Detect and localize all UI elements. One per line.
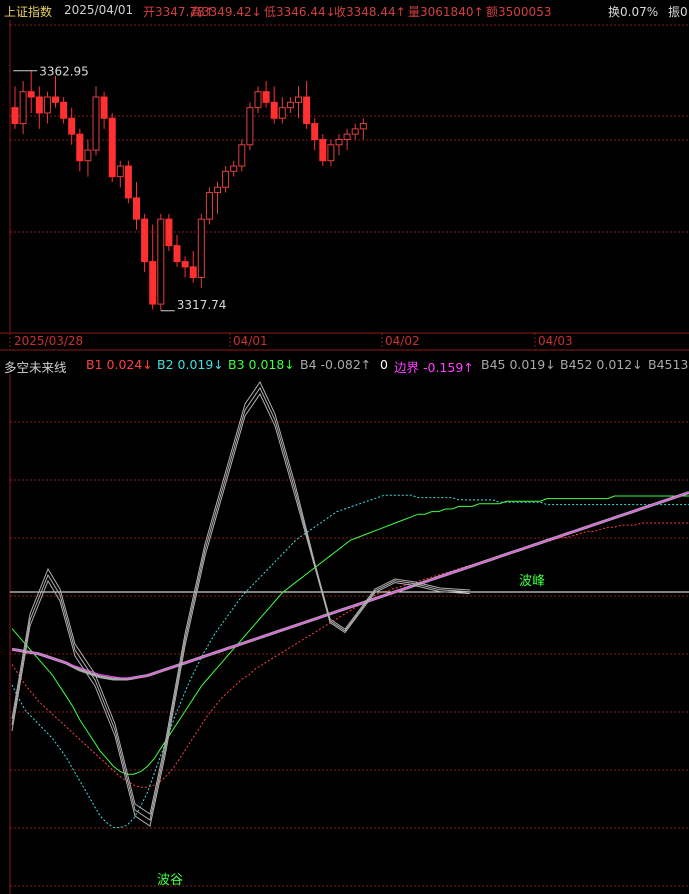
candle-body bbox=[92, 96, 100, 151]
candle-body bbox=[52, 96, 59, 103]
price-bg bbox=[0, 20, 689, 332]
candle-body bbox=[205, 192, 213, 220]
candle-body bbox=[181, 261, 189, 268]
candle-body bbox=[157, 218, 165, 305]
date-axis-frame bbox=[0, 332, 689, 351]
candle-body bbox=[343, 133, 351, 140]
close-label: 收3348.44↑ bbox=[334, 5, 406, 19]
indicator-bg bbox=[0, 374, 689, 894]
b452-legend: B452 0.012↓ bbox=[560, 357, 643, 372]
amount-label: 额3500053 bbox=[486, 5, 552, 19]
index-name: 上证指数 bbox=[4, 5, 53, 19]
candle-body bbox=[68, 117, 76, 135]
indicator-name[interactable]: 多空未来线 bbox=[4, 357, 67, 374]
candle-body bbox=[311, 123, 319, 140]
candle bbox=[246, 102, 254, 151]
b3-legend: B3 0.018↓ bbox=[228, 357, 295, 372]
candle bbox=[205, 187, 213, 225]
candle-body bbox=[286, 101, 294, 109]
candle-body bbox=[11, 107, 19, 125]
b2-legend: B2 0.019↓ bbox=[157, 357, 224, 372]
candle-body bbox=[359, 123, 367, 130]
candle-body bbox=[173, 245, 181, 263]
quote-date: 2025/04/01 bbox=[64, 3, 134, 17]
turnover-label: 换0.07% bbox=[608, 5, 659, 19]
candle-body bbox=[254, 91, 262, 109]
candle-body bbox=[108, 117, 116, 178]
candle-body bbox=[246, 107, 254, 146]
b4-legend: B4 -0.082↑ bbox=[300, 357, 372, 372]
b45-legend: B45 0.019↓ bbox=[481, 357, 556, 372]
candle-body bbox=[222, 170, 230, 188]
candle-body bbox=[327, 144, 335, 162]
candle-body bbox=[141, 218, 149, 263]
candle-body bbox=[238, 144, 246, 167]
volume-label: 量3061840↑ bbox=[408, 5, 484, 19]
candle-body bbox=[189, 266, 197, 279]
amplitude-label: 振0 bbox=[668, 5, 688, 19]
candle-body bbox=[27, 91, 35, 98]
candle bbox=[197, 213, 205, 289]
candle bbox=[92, 86, 100, 156]
candle-body bbox=[262, 91, 270, 103]
candle-body bbox=[303, 96, 311, 125]
quote-header: 上证指数 2025/04/01 开3347.78↑ 高3349.42↓ 低334… bbox=[0, 0, 689, 20]
candle-body bbox=[60, 101, 68, 119]
candle-body bbox=[165, 218, 173, 247]
candle-body bbox=[35, 96, 43, 114]
candle-body bbox=[270, 101, 278, 119]
candle-body bbox=[319, 138, 327, 162]
candle bbox=[108, 112, 116, 182]
candle-body bbox=[133, 197, 140, 220]
candle-body bbox=[197, 218, 205, 279]
candle bbox=[124, 160, 132, 204]
low-label: 低3346.44↓ bbox=[264, 5, 336, 19]
peak-label: 波峰 bbox=[519, 574, 545, 589]
candle-body bbox=[230, 165, 238, 172]
candle-body bbox=[84, 149, 92, 162]
min-price-label: 3317.74 bbox=[177, 298, 227, 312]
b4513-legend: B4513 bbox=[648, 357, 689, 372]
price-chart[interactable]: 3362.95 3317.74 bbox=[0, 20, 689, 332]
candle-body bbox=[295, 96, 302, 103]
candle-body bbox=[335, 138, 343, 146]
candle-body bbox=[100, 96, 108, 119]
high-label: 高3349.42↓ bbox=[190, 5, 262, 19]
candle-body bbox=[43, 96, 51, 114]
candle-body bbox=[19, 91, 27, 125]
candle-body bbox=[214, 186, 221, 194]
candle-body bbox=[116, 165, 124, 178]
trough-label: 波谷 bbox=[157, 873, 183, 888]
candle bbox=[157, 213, 165, 311]
candle-body bbox=[76, 133, 84, 162]
indicator-header: 多空未来线 B1 0.024↓ B2 0.019↓ B3 0.018↓ B4 -… bbox=[0, 356, 689, 374]
candle-body bbox=[278, 107, 286, 119]
candle bbox=[165, 213, 173, 251]
b1-legend: B1 0.024↓ bbox=[86, 357, 153, 372]
max-price-label: 3362.95 bbox=[39, 65, 89, 79]
indicator-chart[interactable]: 波峰波谷 bbox=[0, 374, 689, 894]
candle-body bbox=[149, 261, 157, 305]
boundary-legend: 边界 -0.159↑ bbox=[394, 360, 474, 374]
candle-body bbox=[351, 128, 359, 135]
candle-body bbox=[124, 165, 132, 199]
zero-legend: 0 bbox=[380, 357, 388, 372]
